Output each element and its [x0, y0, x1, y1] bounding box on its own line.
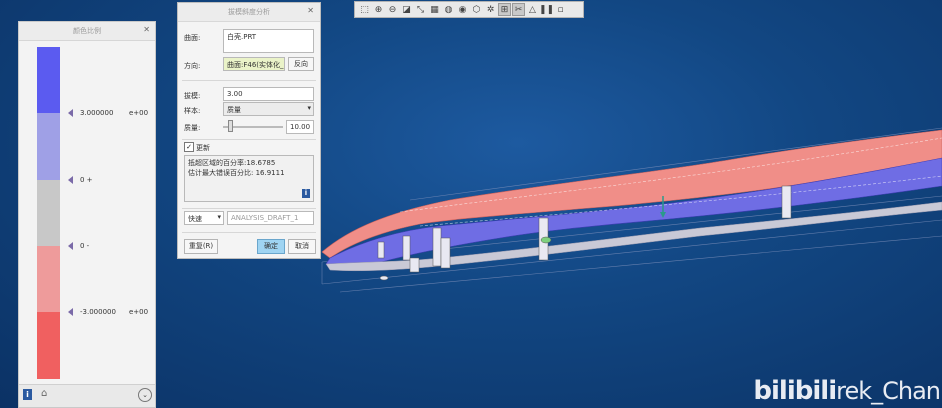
save-icon[interactable]: ⌂: [41, 388, 47, 399]
display-style-icon[interactable]: ◍: [442, 3, 455, 16]
zoom-in-icon[interactable]: ⊕: [372, 3, 385, 16]
tick-marker: [68, 176, 73, 184]
ok-button[interactable]: 确定: [257, 239, 285, 254]
color-scale-panel: 颜色比例 ✕ 3.000000 e+00 0 + 0 - -3.000000 e…: [18, 21, 156, 408]
annotation-icon[interactable]: ⊞: [498, 3, 511, 16]
tick-marker: [68, 109, 73, 117]
repaint-icon[interactable]: ◪: [400, 3, 413, 16]
zoom-out-icon[interactable]: ⊖: [386, 3, 399, 16]
direction-label: 方向:: [184, 62, 201, 70]
draft-label: 拔模:: [184, 92, 201, 100]
refit-icon[interactable]: ⬚: [358, 3, 371, 16]
warning-icon[interactable]: △: [526, 3, 539, 16]
chevron-down-icon: ▾: [307, 104, 311, 112]
color-band-4: [37, 246, 60, 312]
watermark: bilibilirek_Chan: [753, 376, 941, 406]
scale-exponent: e+00: [129, 308, 149, 316]
view-manager-icon[interactable]: ▦: [428, 3, 441, 16]
update-label: 更新: [196, 144, 210, 152]
result-line: 抵超区域的百分率:18.6785: [188, 159, 276, 167]
color-scale-title: 颜色比例: [19, 22, 155, 41]
sample-select[interactable]: 质量 ▾: [223, 102, 314, 116]
reverse-button[interactable]: 反向: [288, 57, 314, 71]
chevron-down-icon: ▾: [217, 213, 221, 221]
tick-marker: [68, 242, 73, 250]
scale-label: -3.000000: [80, 308, 116, 316]
watermark-logo: bilibili: [753, 376, 837, 406]
analysis-name-input[interactable]: ANALYSIS_DRAFT_1: [227, 211, 314, 225]
quality-input[interactable]: 10.00: [286, 120, 314, 134]
close-icon[interactable]: ✕: [307, 6, 314, 15]
orient-icon[interactable]: ⤡: [414, 3, 427, 16]
divider: [182, 80, 316, 81]
draft-analysis-dialog: 拔模斜度分析 ✕ 曲面: 白壳.PRT 方向: 曲面:F46(实体化_5 反向 …: [177, 2, 321, 259]
update-checkbox[interactable]: ✓: [184, 142, 194, 152]
color-band-5: [37, 312, 60, 379]
spin-center-icon[interactable]: ✲: [484, 3, 497, 16]
quality-label: 质量:: [184, 124, 201, 132]
chevron-down-icon[interactable]: ⌄: [138, 388, 152, 402]
watermark-user: rek_Chan: [836, 377, 941, 405]
view-toolbar: ⬚ ⊕ ⊖ ◪ ⤡ ▦ ◍ ◉ ⬡ ✲ ⊞ ✂ △ ❚❚ ▫: [354, 1, 584, 18]
cancel-button[interactable]: 取消: [288, 239, 316, 254]
mode-select-value: 快速: [188, 215, 202, 223]
divider: [182, 208, 316, 209]
info-icon[interactable]: i: [23, 389, 32, 400]
sample-label: 样本:: [184, 107, 201, 115]
mode-select[interactable]: 快速 ▾: [184, 211, 224, 225]
draft-angle-input[interactable]: 3.00: [223, 87, 314, 101]
scissors-icon[interactable]: ✂: [512, 3, 525, 16]
quality-slider-thumb[interactable]: [228, 120, 234, 132]
scale-label: 3.000000: [80, 109, 114, 117]
surface-collector[interactable]: 白壳.PRT: [223, 29, 314, 53]
saved-views-icon[interactable]: ◉: [456, 3, 469, 16]
more-icon[interactable]: ▫: [554, 3, 567, 16]
scale-exponent: e+00: [129, 109, 149, 117]
datum-display-icon[interactable]: ⬡: [470, 3, 483, 16]
scale-label: 0 -: [80, 242, 90, 250]
repeat-button[interactable]: 重复(R): [184, 239, 218, 254]
pause-icon[interactable]: ❚❚: [539, 3, 554, 16]
dialog-title: 拔模斜度分析: [178, 3, 320, 22]
surface-label: 曲面:: [184, 34, 201, 42]
results-area: 抵超区域的百分率:18.6785 估计最大错误百分比: 16.9111 i: [184, 155, 314, 202]
divider: [182, 139, 316, 140]
color-band-2: [37, 113, 60, 180]
sample-select-value: 质量: [227, 106, 241, 114]
close-icon[interactable]: ✕: [143, 25, 150, 34]
color-band-1: [37, 47, 60, 113]
color-scale-footer: i ⌂ ⌄: [19, 384, 155, 407]
direction-collector[interactable]: 曲面:F46(实体化_5: [223, 57, 285, 71]
scale-label: 0 +: [80, 176, 93, 184]
divider: [182, 232, 316, 233]
color-band-3: [37, 180, 60, 246]
tick-marker: [68, 308, 73, 316]
info-icon[interactable]: i: [302, 189, 310, 198]
result-line: 估计最大错误百分比: 16.9111: [188, 169, 285, 177]
